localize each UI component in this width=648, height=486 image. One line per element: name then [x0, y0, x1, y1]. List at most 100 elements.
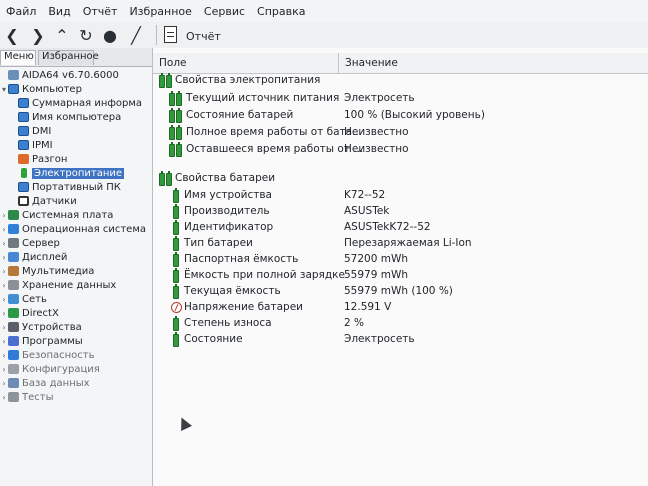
- battery-icon: [173, 252, 179, 267]
- battery-icon: [169, 91, 175, 106]
- tests-icon: [8, 392, 19, 402]
- tree-item-storage[interactable]: › Хранение данных: [0, 278, 152, 292]
- tree-item-config[interactable]: › Конфигурация: [0, 362, 152, 376]
- storage-icon: [8, 280, 19, 290]
- table-row[interactable]: Текущий источник питания Электросеть: [153, 91, 648, 108]
- battery-icon: [173, 268, 179, 283]
- tree-item-motherboard[interactable]: › Системная плата: [0, 208, 152, 222]
- back-icon[interactable]: ❮: [2, 25, 22, 45]
- database-icon: [8, 378, 19, 388]
- chevron-right-icon[interactable]: ›: [0, 379, 8, 388]
- group-battery-properties[interactable]: Свойства батареи: [153, 171, 648, 188]
- programs-icon: [8, 336, 19, 346]
- tree-item-devices[interactable]: › Устройства: [0, 320, 152, 334]
- table-row[interactable]: Текущая ёмкость 55979 mWh (100 %): [153, 284, 648, 301]
- tree-item-multimedia[interactable]: › Мультимедиа: [0, 264, 152, 278]
- tree-item-display[interactable]: › Дисплей: [0, 250, 152, 264]
- tree-item-security[interactable]: › Безопасность: [0, 348, 152, 362]
- forward-icon[interactable]: ❯: [28, 25, 48, 45]
- chevron-right-icon[interactable]: ›: [0, 295, 8, 304]
- tree-item-tests[interactable]: › Тесты: [0, 390, 152, 404]
- chevron-right-icon[interactable]: ›: [0, 393, 8, 402]
- config-icon: [8, 364, 19, 374]
- chevron-right-icon[interactable]: ›: [0, 225, 8, 234]
- tree-item-os[interactable]: › Операционная система: [0, 222, 152, 236]
- report-button[interactable]: Отчёт: [186, 30, 221, 43]
- chevron-right-icon[interactable]: ›: [0, 351, 8, 360]
- chevron-right-icon[interactable]: ›: [0, 337, 8, 346]
- up-icon[interactable]: ⌃: [52, 25, 72, 45]
- column-value[interactable]: Значение: [345, 57, 398, 69]
- voltage-icon: [171, 302, 182, 313]
- refresh-icon[interactable]: ↻: [76, 25, 96, 45]
- menu-help[interactable]: Справка: [251, 5, 311, 18]
- group-power-properties[interactable]: Свойства электропитания: [153, 73, 648, 90]
- tree-item-directx[interactable]: › DirectX: [0, 306, 152, 320]
- chevron-right-icon[interactable]: ›: [0, 239, 8, 248]
- tree-item-sensors[interactable]: Датчики: [0, 194, 152, 208]
- toolbar: ❮ ❯ ⌃ ↻ ● ╱ Отчёт: [0, 22, 648, 49]
- tree-item-summary[interactable]: Суммарная информа: [0, 96, 152, 110]
- tree-item-ipmi[interactable]: IPMI: [0, 138, 152, 152]
- menu-file[interactable]: Файл: [0, 5, 42, 18]
- computer-icon: [8, 84, 19, 94]
- table-row[interactable]: Ёмкость при полной зарядке 55979 mWh: [153, 268, 648, 285]
- column-field[interactable]: Поле: [159, 57, 187, 69]
- table-row[interactable]: Напряжение батареи 12.591 V: [153, 301, 648, 317]
- tree-item-overclock[interactable]: Разгон: [0, 152, 152, 166]
- report-icon[interactable]: [164, 26, 177, 43]
- table-row[interactable]: Идентификатор ASUSTekK72--52: [153, 220, 648, 237]
- chevron-down-icon[interactable]: ▾: [0, 85, 8, 94]
- tab-menu[interactable]: Меню: [0, 50, 36, 65]
- table-row[interactable]: Состояние Электросеть: [153, 332, 648, 349]
- tree-item-power[interactable]: Электропитание: [0, 166, 152, 180]
- battery-icon: [169, 142, 175, 157]
- tree-item-computer[interactable]: ▾ Компьютер: [0, 82, 152, 96]
- toolbar-separator: [156, 25, 157, 45]
- tree-item-portable[interactable]: Портативный ПК: [0, 180, 152, 194]
- tree-item-aida64[interactable]: AIDA64 v6.70.6000: [0, 68, 152, 82]
- sensor-icon: [18, 196, 29, 206]
- tree-item-computer-name[interactable]: Имя компьютера: [0, 110, 152, 124]
- table-row[interactable]: Имя устройства K72--52: [153, 188, 648, 205]
- menu-service[interactable]: Сервис: [198, 5, 251, 18]
- tree-item-programs[interactable]: › Программы: [0, 334, 152, 348]
- summary-icon: [18, 98, 29, 108]
- table-row[interactable]: Паспортная ёмкость 57200 mWh: [153, 252, 648, 269]
- chevron-right-icon[interactable]: ›: [0, 365, 8, 374]
- aida64-icon: [8, 70, 19, 80]
- chevron-right-icon[interactable]: ›: [0, 281, 8, 290]
- tree-item-server[interactable]: › Сервер: [0, 236, 152, 250]
- menu-favorites[interactable]: Избранное: [123, 5, 197, 18]
- table-row[interactable]: Производитель ASUSTek: [153, 204, 648, 221]
- table-row[interactable]: Полное время работы от бата... Неизвестн…: [153, 125, 648, 142]
- table-row[interactable]: Состояние батарей 100 % (Высокий уровень…: [153, 108, 648, 125]
- tree-item-dmi[interactable]: DMI: [0, 124, 152, 138]
- battery-icon: [173, 236, 179, 251]
- chevron-right-icon[interactable]: ›: [0, 211, 8, 220]
- menu-report[interactable]: Отчёт: [77, 5, 124, 18]
- column-divider[interactable]: [338, 53, 339, 73]
- plug-icon: [166, 73, 172, 88]
- chevron-right-icon[interactable]: ›: [0, 323, 8, 332]
- table-row[interactable]: Оставшееся время работы от ... Неизвестн…: [153, 142, 648, 159]
- tree-item-network[interactable]: › Сеть: [0, 292, 152, 306]
- chevron-right-icon[interactable]: ›: [0, 309, 8, 318]
- chevron-right-icon[interactable]: ›: [0, 267, 8, 276]
- chevron-right-icon[interactable]: ›: [0, 253, 8, 262]
- computer-name-icon: [18, 112, 29, 122]
- laptop-icon: [18, 182, 29, 192]
- tree-item-database[interactable]: › База данных: [0, 376, 152, 390]
- tab-favorites[interactable]: Избранное: [38, 50, 99, 65]
- battery-icon: [173, 204, 179, 219]
- battery-icon: [159, 171, 165, 186]
- chart-icon[interactable]: ╱: [126, 25, 146, 45]
- battery-icon: [173, 316, 179, 331]
- table-row[interactable]: Степень износа 2 %: [153, 316, 648, 333]
- menu-view[interactable]: Вид: [42, 5, 76, 18]
- plug-icon: [176, 91, 182, 106]
- table-row[interactable]: Тип батареи Перезаряжаемая Li-Ion: [153, 236, 648, 253]
- server-icon: [8, 238, 19, 248]
- user-icon[interactable]: ●: [100, 25, 120, 45]
- fire-icon: [18, 154, 29, 164]
